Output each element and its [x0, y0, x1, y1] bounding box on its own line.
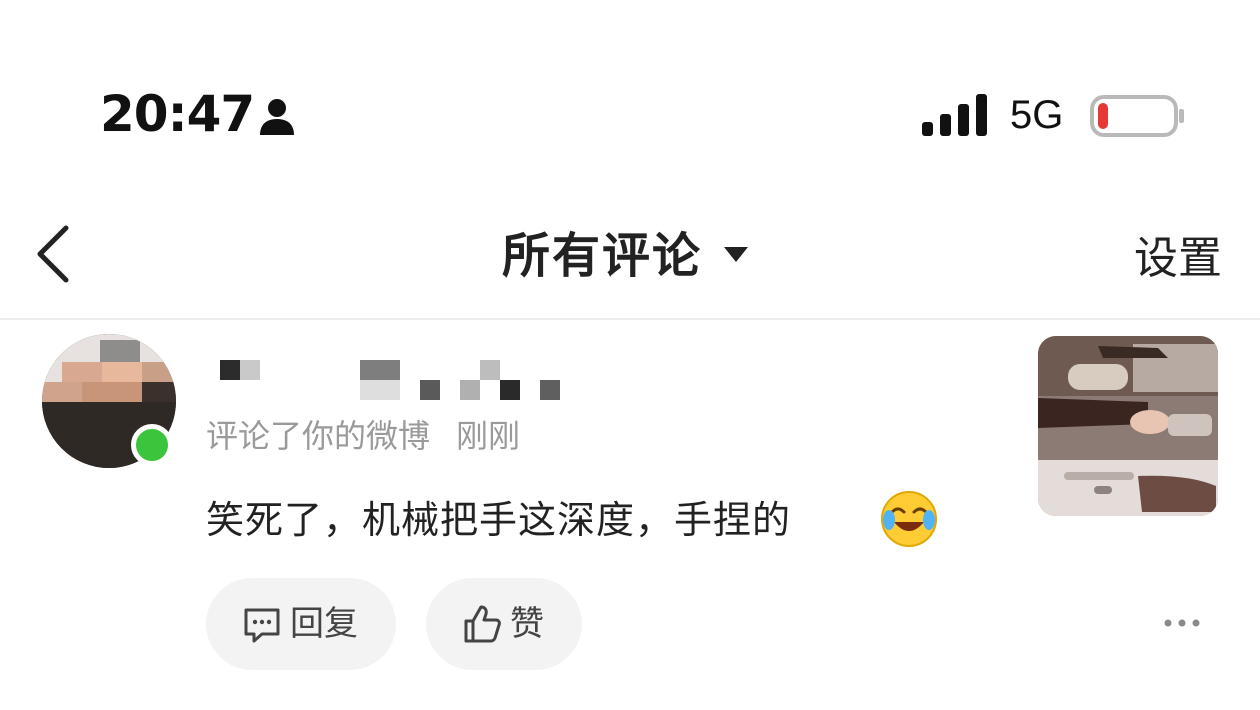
network-label: 5G — [1010, 93, 1064, 137]
more-dots-icon[interactable] — [1160, 612, 1204, 634]
back-button[interactable] — [30, 222, 80, 286]
page-title[interactable]: 所有评论 — [502, 226, 702, 286]
weibo-thumbnail[interactable] — [1038, 336, 1218, 516]
comment-text: 笑死了，机械把手这深度，手捏的 — [206, 498, 792, 542]
reply-label: 回复 — [290, 604, 358, 644]
like-label: 赞 — [510, 604, 544, 644]
person-icon — [260, 99, 294, 135]
caret-down-icon[interactable] — [722, 244, 750, 264]
username-redacted[interactable] — [218, 358, 578, 402]
settings-button[interactable]: 设置 — [1134, 232, 1222, 286]
rolling-laughing-emoji-icon — [881, 491, 937, 547]
status-time: 20:47 — [100, 85, 255, 143]
comment-time: 刚刚 — [456, 417, 521, 455]
comment-icon — [244, 608, 280, 643]
car-door-handle-photo — [1038, 336, 1218, 516]
battery-icon — [1090, 95, 1184, 137]
reply-button[interactable]: 回复 — [206, 578, 396, 670]
online-status-dot — [131, 424, 173, 466]
comment-action: 评论了你的微博 — [206, 417, 431, 455]
comment-meta: 评论了你的微博 刚刚 — [206, 414, 520, 458]
thumbs-up-icon — [464, 605, 501, 643]
signal-icon — [922, 94, 987, 136]
like-button[interactable]: 赞 — [426, 578, 582, 670]
divider — [0, 318, 1260, 320]
